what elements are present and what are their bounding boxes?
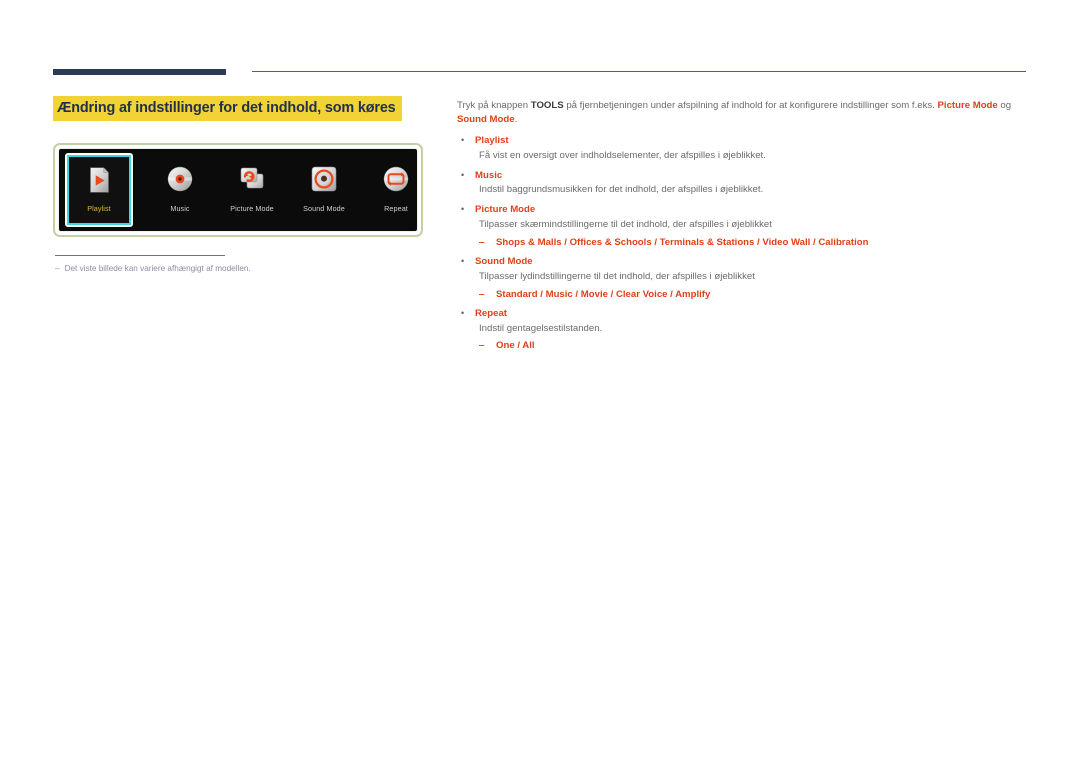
list-item-options: ‒ One / All — [457, 339, 1027, 353]
list-item-header: • Picture Mode — [457, 203, 1027, 217]
device-figure: Playlist Music Picture Mode Sound Mode R… — [53, 143, 423, 237]
list-item-options: ‒ Shops & Malls / Offices & Schools / Te… — [457, 236, 1027, 250]
list-item-description: Tilpasser skærmindstillingerne til det i… — [479, 219, 772, 231]
list-item: • Music Indstil baggrundsmusikken for de… — [457, 169, 1027, 199]
toolbar-item-music[interactable]: Music — [147, 155, 213, 225]
toolbar-item-playlist[interactable]: Playlist — [65, 153, 133, 227]
header-rule-thin — [252, 71, 1026, 72]
list-item-title: Music — [475, 169, 503, 181]
tools-keyword: TOOLS — [530, 100, 564, 111]
toolbar-label-picture-mode: Picture Mode — [230, 204, 274, 213]
bullet-icon: • — [461, 204, 465, 215]
footnote-text: Det viste billede kan variere afhængigt … — [64, 264, 251, 273]
header-rule-thick — [53, 69, 226, 75]
intro-part3: og — [997, 100, 1012, 111]
list-item-description: Indstil baggrundsmusikken for det indhol… — [479, 184, 764, 196]
list-item-options-text: Standard / Music / Movie / Clear Voice /… — [496, 288, 711, 300]
toolbar-label-music: Music — [170, 204, 190, 213]
dash-icon: ‒ — [479, 237, 485, 249]
bullet-icon: • — [461, 134, 465, 145]
list-item-options-text: Shops & Malls / Offices & Schools / Term… — [496, 237, 869, 249]
list-item-header: • Sound Mode — [457, 255, 1027, 269]
manual-page: Ændring af indstillinger for det indhold… — [0, 0, 1080, 763]
intro-part2: på fjernbetjeningen under afspilning af … — [563, 100, 938, 111]
list-item-title: Playlist — [475, 134, 509, 146]
toolbar-label-sound-mode: Sound Mode — [303, 204, 345, 213]
dash-icon: ‒ — [479, 288, 485, 300]
list-item-description: Få vist en oversigt over indholdselement… — [479, 149, 766, 161]
list-item-description: Indstil gentagelsestilstanden. — [479, 322, 603, 334]
list-item-options-text: One / All — [496, 340, 535, 352]
toolbar-item-sound-mode[interactable]: Sound Mode — [291, 155, 357, 225]
playlist-document-play-icon — [83, 164, 115, 196]
intro-keyword-picture-mode: Picture Mode — [937, 100, 998, 111]
intro-keyword-sound-mode: Sound Mode — [457, 114, 515, 126]
list-item-options: ‒ Standard / Music / Movie / Clear Voice… — [457, 288, 1027, 302]
toolbar-item-picture-mode[interactable]: Picture Mode — [219, 155, 285, 225]
music-disc-icon — [163, 162, 197, 196]
list-item: • Picture Mode Tilpasser skærmindstillin… — [457, 203, 1027, 250]
list-item-description: Tilpasser lydindstillingerne til det ind… — [479, 270, 755, 282]
intro-part4: . — [514, 114, 518, 126]
bullet-icon: • — [461, 255, 465, 266]
list-item-title: Picture Mode — [475, 204, 536, 216]
picture-mode-screens-refresh-icon — [235, 162, 269, 196]
bullet-icon: • — [461, 307, 465, 318]
list-item-title: Sound Mode — [475, 255, 533, 267]
sound-mode-speaker-icon — [307, 162, 341, 196]
page-title: Ændring af indstillinger for det indhold… — [53, 96, 402, 122]
list-item: • Sound Mode Tilpasser lydindstillingern… — [457, 255, 1027, 302]
intro-paragraph: Tryk på knappen TOOLS på fjernbetjeninge… — [457, 99, 1027, 128]
dash-icon: ‒ — [479, 340, 485, 352]
toolbar-label-playlist: Playlist — [87, 204, 111, 213]
repeat-loop-icon — [379, 162, 413, 196]
list-item-title: Repeat — [475, 307, 507, 319]
list-item: • Repeat Indstil gentagelsestilstanden. … — [457, 307, 1027, 354]
list-item-header: • Playlist — [457, 134, 1027, 148]
list-item-header: • Music — [457, 169, 1027, 183]
list-item: • Playlist Få vist en oversigt over indh… — [457, 134, 1027, 164]
toolbar-label-repeat: Repeat — [384, 204, 408, 213]
device-toolbar: Playlist Music Picture Mode Sound Mode R… — [58, 148, 418, 232]
settings-list: • Playlist Få vist en oversigt over indh… — [457, 134, 1027, 354]
left-column: Ændring af indstillinger for det indhold… — [53, 96, 425, 122]
footnote: ‒ Det viste billede kan variere afhængig… — [55, 263, 415, 274]
list-item-header: • Repeat — [457, 307, 1027, 321]
bullet-icon: • — [461, 169, 465, 180]
right-column: Tryk på knappen TOOLS på fjernbetjeninge… — [457, 99, 1027, 358]
toolbar-item-repeat[interactable]: Repeat — [363, 155, 429, 225]
footnote-dash: ‒ — [55, 264, 60, 273]
intro-part1: Tryk på knappen — [457, 100, 531, 111]
footnote-divider — [55, 255, 225, 256]
